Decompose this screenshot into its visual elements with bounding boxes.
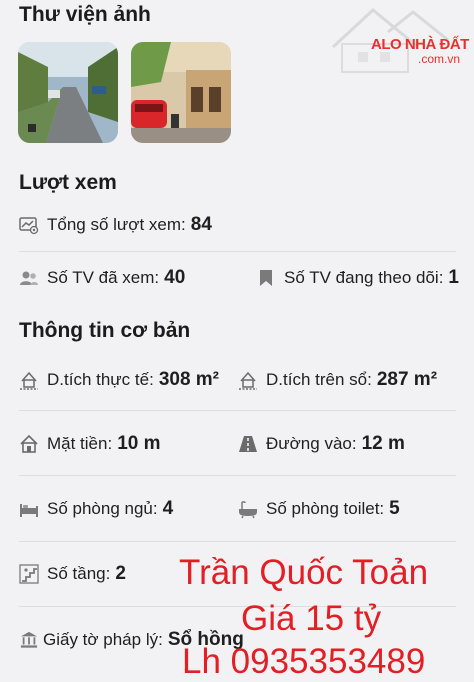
actual-area-label: D.tích thực tế: bbox=[47, 370, 154, 389]
members-viewed-value: 40 bbox=[164, 267, 186, 288]
logo-brand-text: ALO NHÀ ĐẤT bbox=[371, 36, 469, 53]
overlay-owner-name: Trần Quốc Toản bbox=[179, 553, 429, 592]
members-following-value: 1 bbox=[448, 267, 459, 288]
floors-value: 2 bbox=[115, 563, 126, 584]
members-following-label: Số TV đang theo dõi: bbox=[284, 268, 444, 287]
toilets-row: Số phòng toilet: 5 bbox=[238, 498, 400, 520]
divider bbox=[19, 475, 456, 476]
toilets-label: Số phòng toilet: bbox=[266, 499, 385, 518]
legal-label: Giấy tờ pháp lý: bbox=[43, 630, 163, 649]
floors-label: Số tầng: bbox=[47, 564, 111, 583]
road-row: Đường vào: 12 m bbox=[238, 433, 405, 455]
book-area-value: 287 m² bbox=[376, 369, 438, 390]
bed-icon bbox=[19, 499, 39, 519]
views-title: Lượt xem bbox=[19, 171, 117, 194]
gallery-title: Thư viện ảnh bbox=[19, 3, 151, 26]
actual-area-value: 308 m² bbox=[158, 369, 220, 390]
book-area-label: D.tích trên sổ: bbox=[266, 370, 372, 389]
total-views-label: Tổng số lượt xem: bbox=[47, 215, 186, 234]
bathtub-icon bbox=[238, 499, 258, 519]
logo-domain-text: .com.vn bbox=[418, 52, 461, 66]
users-icon bbox=[19, 268, 39, 288]
bedrooms-label: Số phòng ngủ: bbox=[47, 499, 158, 518]
frontage-value: 10 m bbox=[117, 433, 161, 454]
basic-info-title: Thông tin cơ bản bbox=[19, 319, 191, 342]
bedrooms-value: 4 bbox=[162, 498, 174, 519]
alo-nha-dat-logo: ALO NHÀ ĐẤT .com.vn bbox=[328, 2, 474, 74]
members-viewed-label: Số TV đã xem: bbox=[47, 268, 160, 287]
house-frontage-icon bbox=[19, 434, 39, 454]
members-following-row: Số TV đang theo dõi: 1 bbox=[256, 267, 459, 289]
road-label: Đường vào: bbox=[266, 434, 357, 453]
actual-area-row: D.tích thực tế: 308 m² bbox=[19, 369, 219, 391]
bookmark-icon bbox=[256, 268, 276, 288]
stairs-icon bbox=[19, 564, 39, 584]
area-icon bbox=[19, 370, 39, 390]
divider bbox=[19, 541, 456, 542]
area-icon bbox=[238, 370, 258, 390]
book-area-row: D.tích trên sổ: 287 m² bbox=[238, 369, 437, 391]
gallery-photo-street[interactable] bbox=[18, 42, 118, 143]
bedrooms-row: Số phòng ngủ: 4 bbox=[19, 498, 173, 520]
overlay-phone: Lh 0935353489 bbox=[182, 642, 426, 681]
members-viewed-row: Số TV đã xem: 40 bbox=[19, 267, 185, 289]
total-views-row: Tổng số lượt xem: 84 bbox=[19, 214, 212, 236]
frontage-label: Mặt tiền: bbox=[47, 434, 113, 453]
road-value: 12 m bbox=[361, 433, 405, 454]
bank-icon bbox=[19, 630, 39, 650]
road-icon bbox=[238, 434, 258, 454]
chart-eye-icon bbox=[19, 215, 39, 235]
frontage-row: Mặt tiền: 10 m bbox=[19, 433, 161, 455]
total-views-value: 84 bbox=[190, 214, 212, 235]
divider bbox=[19, 410, 456, 411]
gallery-photo-house[interactable] bbox=[131, 42, 231, 143]
floors-row: Số tầng: 2 bbox=[19, 563, 126, 585]
divider bbox=[19, 606, 456, 607]
toilets-value: 5 bbox=[389, 498, 400, 519]
divider bbox=[19, 251, 456, 252]
overlay-price: Giá 15 tỷ bbox=[241, 599, 382, 638]
